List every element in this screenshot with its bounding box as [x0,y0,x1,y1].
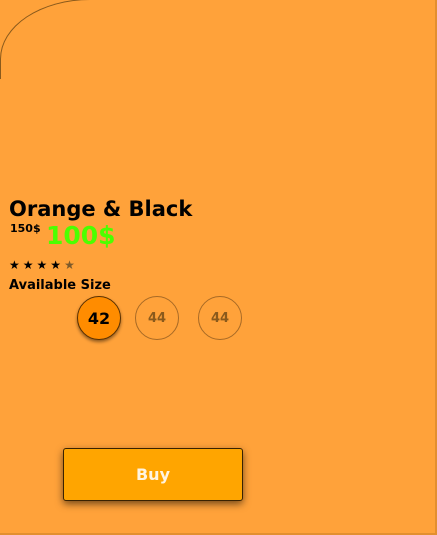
rating-stars: ★★★★★ [9,258,78,272]
star-empty-icon: ★ [64,258,78,272]
size-option-44-alt[interactable]: 44 [198,296,242,340]
buy-button[interactable]: Buy [63,448,243,501]
corner-curve [0,0,120,79]
star-icon: ★ [50,258,65,272]
product-card: Orange & Black 150$ 100$ ★★★★★ Available… [0,0,437,535]
size-option-42[interactable]: 42 [77,296,121,340]
star-icon: ★ [22,258,37,272]
star-icon: ★ [9,258,23,272]
star-icon: ★ [36,258,51,272]
new-price: 100$ [46,221,116,250]
product-title: Orange & Black [9,197,193,221]
available-size-label: Available Size [9,278,111,293]
size-option-44[interactable]: 44 [135,296,179,340]
old-price: 150$ [10,222,41,235]
